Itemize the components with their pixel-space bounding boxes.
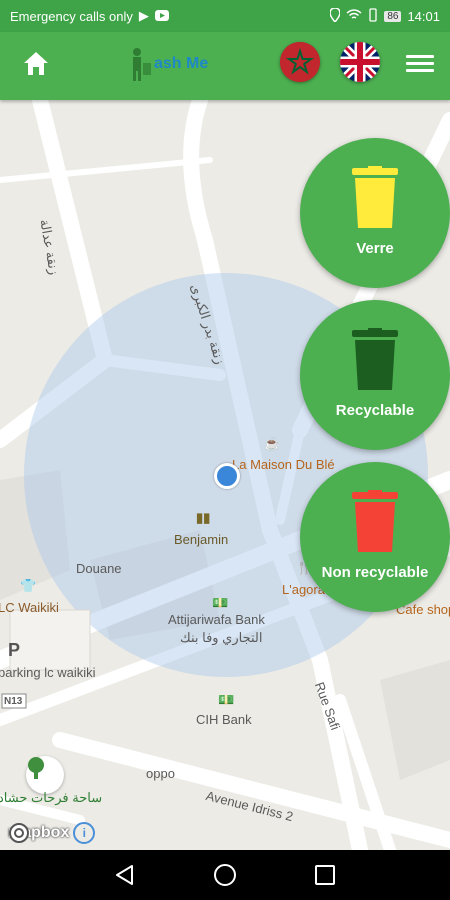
status-left: Emergency calls only ▶ (10, 8, 169, 24)
poi-label: Douane (76, 561, 122, 576)
system-navigation-bar (0, 850, 450, 900)
category-label: Verre (356, 240, 394, 257)
poi-label: LC Waikiki (0, 600, 59, 615)
road-shield: N13 (4, 696, 23, 707)
poi-label: Attijariwafa Bank (168, 612, 265, 627)
morocco-flag-icon (280, 42, 320, 82)
category-label: Recyclable (335, 402, 415, 419)
yellow-bin-icon (352, 166, 398, 228)
tree-icon (28, 757, 44, 779)
non-recyclable-category-button[interactable]: Non recyclable (300, 462, 450, 612)
poi-label: Benjamin (174, 532, 229, 547)
user-location-marker (214, 463, 240, 489)
restaurant-icon: ▮▮ (196, 510, 211, 525)
carrier-text: Emergency calls only (10, 8, 133, 24)
wifi-icon (346, 9, 362, 24)
poi-label: La Maison Du Blé (232, 457, 335, 472)
clock: 14:01 (407, 9, 440, 24)
hamburger-menu-button[interactable] (406, 52, 434, 76)
language-arabic-button[interactable] (280, 42, 320, 82)
poi-label: parking lc waikiki (0, 665, 96, 680)
clothing-icon: 👕 (20, 578, 37, 593)
recents-button[interactable] (312, 862, 338, 888)
home-nav-button[interactable] (212, 862, 238, 888)
parking-icon: P (8, 640, 21, 660)
battery-indicator: 86 (384, 11, 402, 22)
home-circle-icon (214, 864, 236, 886)
verre-category-button[interactable]: Verre (300, 138, 450, 288)
youtube-icon (154, 9, 169, 24)
app-bar: ash Me (0, 32, 450, 100)
status-right: 86 14:01 (329, 7, 440, 25)
app-name: ash Me (154, 55, 209, 72)
poi-label: ساحة فرحات حشاد (0, 790, 103, 805)
menu-line (406, 62, 434, 65)
poi-label: التجاري وفا بنك (180, 630, 263, 645)
trash-person-icon (133, 48, 151, 81)
info-icon[interactable]: i (73, 822, 96, 844)
category-label: Non recyclable (321, 564, 429, 581)
cafe-icon: ☕ (264, 436, 281, 451)
red-bin-icon (352, 490, 398, 552)
dark-green-bin-icon (352, 328, 398, 390)
play-store-icon: ▶ (138, 8, 149, 23)
back-triangle-icon (116, 865, 133, 885)
home-icon (24, 52, 48, 75)
poi-label: CIH Bank (196, 712, 252, 727)
recents-square-icon (315, 865, 335, 885)
back-button[interactable] (112, 862, 138, 888)
bank-icon: 💵 (218, 692, 235, 707)
menu-line (406, 69, 434, 72)
uk-flag-icon (340, 42, 380, 82)
recyclable-category-button[interactable]: Recyclable (300, 300, 450, 450)
poi-label: oppo (146, 766, 175, 781)
park-marker[interactable] (26, 756, 64, 794)
mapbox-attribution[interactable]: mapbox i (8, 822, 96, 844)
location-icon (329, 7, 342, 25)
mapbox-icon (9, 823, 29, 843)
home-button[interactable] (20, 48, 52, 80)
menu-line (406, 55, 434, 58)
bank-icon: 💵 (212, 595, 229, 610)
status-bar: Emergency calls only ▶ 86 14:01 (0, 0, 450, 32)
vibrate-icon (368, 8, 378, 25)
language-english-button[interactable] (340, 42, 380, 82)
app-logo: ash Me (130, 44, 208, 84)
